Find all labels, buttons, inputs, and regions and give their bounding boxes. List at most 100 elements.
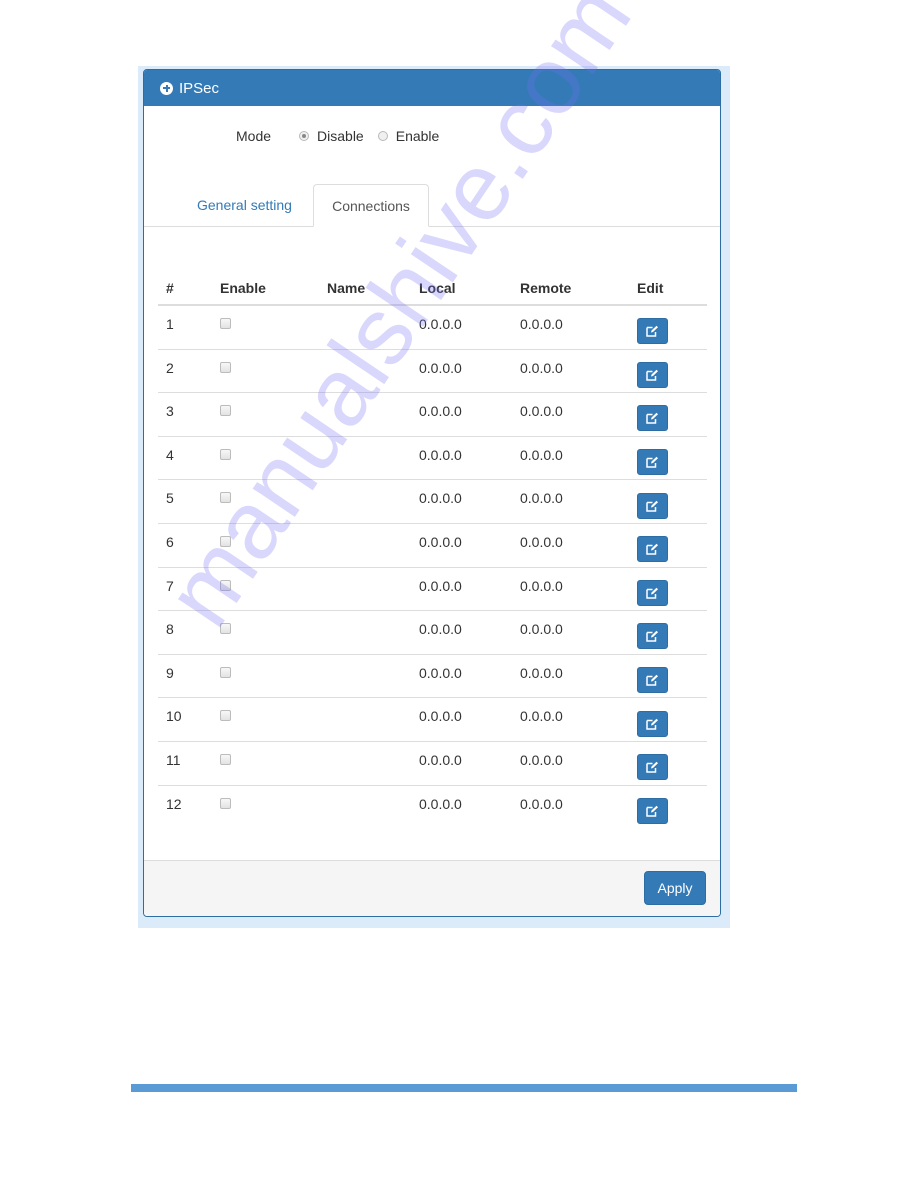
row-edit-cell <box>629 310 707 345</box>
mode-disable-radio[interactable] <box>299 131 310 141</box>
row-name <box>319 742 411 752</box>
enable-checkbox[interactable] <box>220 361 231 373</box>
edit-icon <box>646 806 658 818</box>
edit-button[interactable] <box>637 623 668 650</box>
row-name <box>319 393 411 403</box>
row-edit-cell <box>629 790 707 825</box>
row-edit-cell <box>629 354 707 388</box>
tab-connections[interactable]: Connections <box>313 184 429 227</box>
header-edit: Edit <box>637 280 664 296</box>
plus-circle-icon <box>160 81 173 95</box>
row-enable-cell <box>212 306 319 332</box>
row-name <box>319 655 411 665</box>
row-number: 2 <box>166 359 174 376</box>
edit-button[interactable] <box>637 492 668 519</box>
enable-checkbox[interactable] <box>220 666 231 678</box>
row-local: 0.0.0.0 <box>419 446 462 463</box>
edit-button[interactable] <box>637 449 668 476</box>
apply-button[interactable]: Apply <box>644 871 706 905</box>
row-local: 0.0.0.0 <box>419 316 462 332</box>
row-remote: 0.0.0.0 <box>520 316 563 332</box>
enable-checkbox[interactable] <box>220 405 231 417</box>
table-row: 8 0.0.0.0 0.0.0.0 <box>158 611 707 655</box>
row-local: 0.0.0.0 <box>419 533 462 550</box>
edit-button[interactable] <box>637 405 668 432</box>
row-remote: 0.0.0.0 <box>520 751 563 768</box>
enable-checkbox[interactable] <box>220 797 231 809</box>
edit-button[interactable] <box>637 667 668 694</box>
table-header: # Enable Name Local Remote Edit <box>158 272 707 306</box>
edit-icon <box>646 762 658 773</box>
row-name <box>319 698 411 708</box>
row-number: 3 <box>166 403 174 420</box>
enable-checkbox[interactable] <box>220 448 231 460</box>
row-edit-cell <box>629 703 707 737</box>
edit-button[interactable] <box>637 710 668 737</box>
edit-icon <box>646 631 658 643</box>
table-row: 10 0.0.0.0 0.0.0.0 <box>158 698 707 742</box>
tab-general-setting[interactable]: General setting <box>181 184 308 226</box>
row-enable-cell <box>212 350 319 376</box>
row-enable-cell <box>212 611 319 637</box>
edit-button[interactable] <box>637 318 668 345</box>
mode-enable-label[interactable]: Enable <box>396 128 440 144</box>
edit-button[interactable] <box>637 579 668 606</box>
row-enable-cell <box>212 742 319 768</box>
row-local: 0.0.0.0 <box>419 795 462 812</box>
enable-checkbox[interactable] <box>220 579 231 591</box>
tab-bar: General setting Connections <box>144 184 720 227</box>
table-body: 1 0.0.0.0 0.0.0.0 2 0.0.0.0 0.0.0.0 3 0.0.0.0 0.… <box>158 306 707 829</box>
row-name <box>319 350 411 360</box>
edit-button[interactable] <box>637 798 668 825</box>
enable-checkbox[interactable] <box>220 710 231 722</box>
row-number: 10 <box>166 708 182 725</box>
header-number: # <box>166 280 174 296</box>
mode-row: Mode Disable Enable <box>236 128 453 144</box>
table-row: 1 0.0.0.0 0.0.0.0 <box>158 306 707 350</box>
row-number: 9 <box>166 664 174 681</box>
table-row: 4 0.0.0.0 0.0.0.0 <box>158 437 707 481</box>
enable-checkbox[interactable] <box>220 492 231 504</box>
row-edit-cell <box>629 528 707 563</box>
row-remote: 0.0.0.0 <box>520 359 563 376</box>
mode-enable-radio[interactable] <box>377 131 388 141</box>
page-footer-bar <box>131 1084 797 1092</box>
table-row: 3 0.0.0.0 0.0.0.0 <box>158 393 707 437</box>
row-number: 4 <box>166 446 174 463</box>
edit-icon <box>646 587 658 599</box>
edit-icon <box>646 413 658 425</box>
row-number: 8 <box>166 621 174 638</box>
panel-heading[interactable]: IPSec <box>144 70 720 106</box>
row-number: 1 <box>166 316 174 332</box>
edit-button[interactable] <box>637 754 668 781</box>
enable-checkbox[interactable] <box>220 535 231 547</box>
table-row: 2 0.0.0.0 0.0.0.0 <box>158 350 707 394</box>
table-row: 5 0.0.0.0 0.0.0.0 <box>158 480 707 524</box>
row-enable-cell <box>212 698 319 724</box>
ipsec-panel: IPSec Mode Disable Enable General settin… <box>143 69 721 917</box>
edit-icon <box>646 456 658 468</box>
mode-disable-label[interactable]: Disable <box>317 128 364 144</box>
edit-button[interactable] <box>637 536 668 563</box>
row-remote: 0.0.0.0 <box>520 708 563 725</box>
panel-title: IPSec <box>179 79 220 97</box>
row-remote: 0.0.0.0 <box>520 490 563 507</box>
row-local: 0.0.0.0 <box>419 751 462 768</box>
enable-checkbox[interactable] <box>220 753 231 765</box>
header-name: Name <box>327 280 366 296</box>
row-remote: 0.0.0.0 <box>520 577 563 594</box>
header-remote: Remote <box>520 280 572 296</box>
row-name <box>319 480 411 490</box>
row-edit-cell <box>629 659 707 694</box>
row-name <box>319 568 411 578</box>
table-row: 12 0.0.0.0 0.0.0.0 <box>158 786 707 830</box>
edit-button[interactable] <box>637 361 668 388</box>
enable-checkbox[interactable] <box>220 318 231 329</box>
edit-icon <box>646 326 658 338</box>
row-local: 0.0.0.0 <box>419 577 462 594</box>
row-edit-cell <box>629 746 707 781</box>
row-number: 5 <box>166 490 174 507</box>
enable-checkbox[interactable] <box>220 623 231 635</box>
row-edit-cell <box>629 485 707 519</box>
edit-icon <box>646 544 658 556</box>
